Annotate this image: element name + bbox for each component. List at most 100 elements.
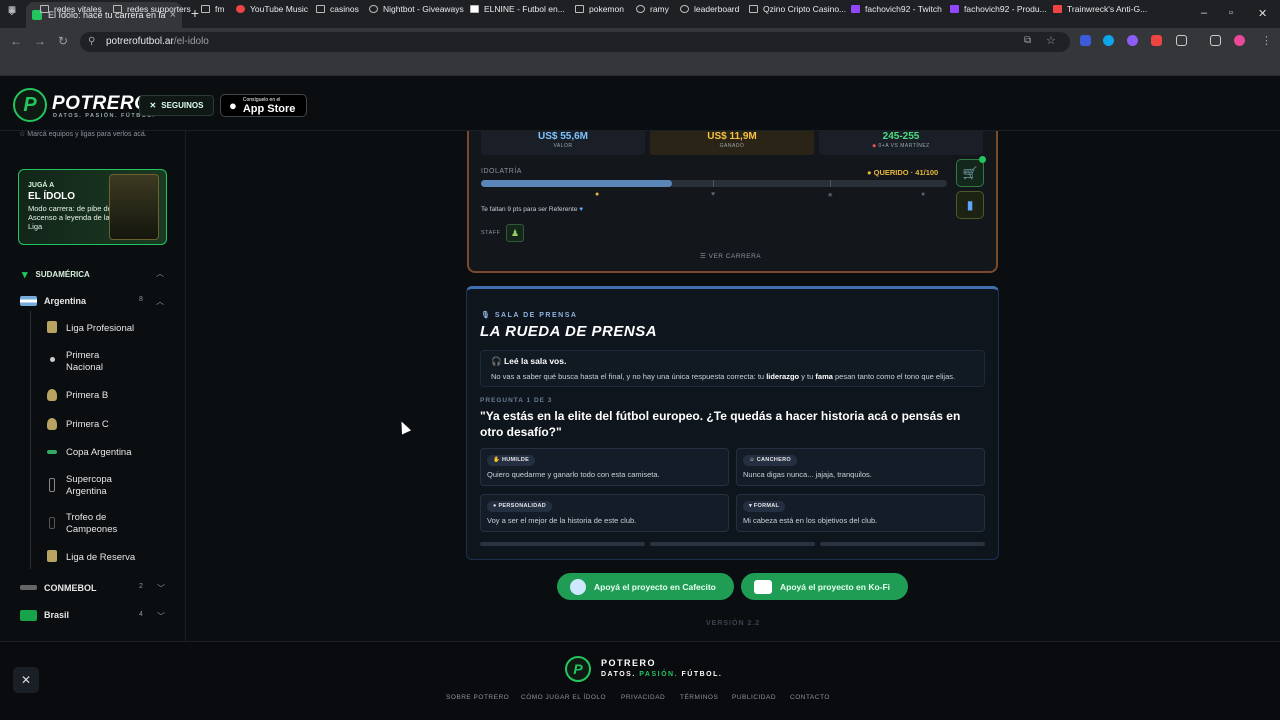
- valor-label: VALOR: [553, 143, 573, 149]
- sidebar-item-supercopa-argentina[interactable]: Supercopa Argentina: [66, 474, 136, 498]
- press-note: 🎧 Leé la sala vos. No vas a saber qué bu…: [480, 350, 985, 387]
- x-social-button[interactable]: ✕: [13, 667, 39, 693]
- bookmark-item[interactable]: Nightbot - Giveaways: [369, 4, 464, 14]
- potrero-logo-icon[interactable]: P: [13, 88, 47, 122]
- shop-cart-button[interactable]: 🛒: [956, 159, 984, 187]
- bookmark-item[interactable]: pokemon: [575, 4, 624, 14]
- footer-logo-icon[interactable]: P: [565, 656, 591, 682]
- sidebar-item-argentina[interactable]: Argentina: [44, 295, 86, 307]
- favorites-hint: ☆ Marcá equipos y ligas para verlos acá.: [19, 130, 169, 140]
- stat-record: 245-255 ◆ 0+A VS MARTÍNEZ: [819, 131, 983, 155]
- chevron-up-icon[interactable]: ︿: [156, 296, 164, 307]
- bookmark-label: Qzino Cripto Casino...: [763, 4, 847, 14]
- answer-option-humilde[interactable]: ✋ HUMILDE Quiero quedarme y ganarlo todo …: [480, 448, 729, 486]
- profile-avatar-icon[interactable]: [1234, 35, 1245, 46]
- url-input[interactable]: ⚲ potrerofutbol.ar/el-idolo: [80, 32, 1070, 52]
- region-sudamerica[interactable]: ▾ SUDAMÉRICA: [22, 268, 90, 281]
- answer-option-formal[interactable]: ▾ FORMAL Mi cabeza está en los objetivos …: [736, 494, 985, 532]
- menu-dots-icon[interactable]: ⋮: [1261, 34, 1272, 47]
- staff-member-icon[interactable]: ♟: [506, 224, 524, 242]
- footer-link-sobre[interactable]: SOBRE POTRERO: [446, 694, 509, 701]
- bookmark-item[interactable]: redes supporters: [113, 4, 191, 14]
- stat-valor: US$ 55,6M VALOR: [481, 131, 645, 155]
- bookmark-label: pokemon: [589, 4, 624, 14]
- bookmark-label: leaderboard: [694, 4, 740, 14]
- bookmark-item[interactable]: redes vitales: [40, 4, 102, 14]
- extension-shield-icon[interactable]: [1080, 35, 1091, 46]
- apps-grid-icon[interactable]: ▦: [8, 4, 16, 15]
- el-idolo-promo[interactable]: JUGÁ A EL ÍDOLO Modo carrera: de pibe de…: [18, 169, 167, 245]
- answer-tag-text: CANCHERO: [756, 457, 791, 463]
- bookmark-item[interactable]: YouTube Music: [236, 4, 308, 14]
- extension-cloud-icon[interactable]: [1127, 35, 1138, 46]
- question-text: "Ya estás en la elite del fútbol europeo…: [480, 409, 961, 439]
- brand-name[interactable]: POTRERO: [52, 93, 149, 115]
- follow-x-button[interactable]: ✕ SEGUINOS: [139, 95, 214, 116]
- player-card-image: [109, 174, 159, 240]
- folder-icon: [575, 5, 584, 13]
- bookmark-item[interactable]: fachovich92 - Produ...: [950, 4, 1047, 14]
- question-step-bar: [650, 542, 815, 546]
- footer-link-contacto[interactable]: CONTACTO: [790, 694, 830, 701]
- sidebar-item-conmebol[interactable]: CONMEBOL: [44, 582, 97, 594]
- sidebar-item-liga-profesional[interactable]: Liga Profesional: [66, 323, 134, 335]
- bookmark-item[interactable]: casinos: [316, 4, 359, 14]
- footer-link-como-jugar[interactable]: CÓMO JUGAR EL ÍDOLO: [521, 694, 606, 701]
- bookmark-item[interactable]: fm: [201, 4, 224, 14]
- maximize-icon[interactable]: ▫: [1229, 7, 1233, 19]
- answer-option-canchero[interactable]: ☺ CANCHERO Nunca digas nunca... jajaja, t…: [736, 448, 985, 486]
- install-icon[interactable]: ⧉: [1024, 35, 1031, 46]
- stat-ganado: US$ 11,9M GANADO: [650, 131, 814, 155]
- bookmark-item[interactable]: Qzino Cripto Casino...: [749, 4, 846, 14]
- extension-fox-icon[interactable]: [1151, 35, 1162, 46]
- answer-text: Mi cabeza está en los objetivos del club…: [743, 516, 878, 525]
- site-info-icon[interactable]: ⚲: [88, 32, 95, 52]
- sidebar-item-primera-nacional[interactable]: Primera Nacional: [66, 350, 136, 374]
- answer-option-personalidad[interactable]: ● PERSONALIDAD Voy a ser el mejor de la h…: [480, 494, 729, 532]
- bookmark-item[interactable]: leaderboard: [680, 4, 739, 14]
- footer-link-privacidad[interactable]: PRIVACIDAD: [621, 694, 665, 701]
- footer-link-terminos[interactable]: TÉRMINOS: [680, 694, 718, 701]
- app-store-large: App Store: [242, 102, 296, 115]
- primera-c-icon: [47, 418, 57, 430]
- footer-tag-b: PASIÓN.: [639, 671, 679, 678]
- kofi-button[interactable]: Apoyá el proyecto en Ko-Fi: [741, 573, 908, 600]
- app-store-button[interactable]: ● Consíguelo en el App Store: [220, 94, 307, 117]
- note-bold-liderazgo: liderazgo: [766, 372, 800, 381]
- answer-tag: ● PERSONALIDAD: [487, 501, 553, 512]
- sidebar-item-primera-c[interactable]: Primera C: [66, 419, 109, 431]
- sidebar-item-liga-de-reserva[interactable]: Liga de Reserva: [66, 552, 135, 564]
- forward-icon[interactable]: →: [34, 34, 46, 48]
- extension-wave-icon[interactable]: [1103, 35, 1114, 46]
- ver-carrera-link[interactable]: ☰ VER CARRERA: [700, 252, 761, 260]
- staff-label: STAFF: [481, 230, 501, 236]
- promo-text: Modo carrera: de pibe del Ascenso a leye…: [28, 204, 114, 231]
- bookmark-item[interactable]: ELNINE - Futbol en...: [470, 4, 565, 14]
- sidebar-item-copa-argentina[interactable]: Copa Argentina: [66, 447, 132, 459]
- folder-icon: [316, 5, 325, 13]
- sidebar-item-brasil[interactable]: Brasil: [44, 609, 69, 621]
- star-icon[interactable]: ☆: [1046, 34, 1056, 47]
- reload-icon[interactable]: ↻: [58, 34, 68, 48]
- nightbot-icon: [369, 5, 378, 13]
- bookmark-label: Trainwreck's Anti-G...: [1067, 4, 1148, 14]
- cafecito-button[interactable]: Apoyá el proyecto en Cafecito: [557, 573, 734, 600]
- note-text-pre: No vas a saber qué busca hasta el final,…: [491, 372, 765, 381]
- back-icon[interactable]: ←: [10, 34, 22, 48]
- chevron-up-icon[interactable]: ︿: [156, 268, 164, 279]
- chevron-down-icon[interactable]: ﹀: [157, 611, 165, 622]
- sidebar-item-trofeo-de-campeones[interactable]: Trofeo de Campeones: [66, 512, 136, 536]
- extensions-puzzle-icon[interactable]: [1176, 35, 1187, 46]
- minimize-icon[interactable]: –: [1201, 7, 1207, 19]
- bookmark-item[interactable]: ramy: [636, 4, 669, 14]
- answer-text: Quiero quedarme y ganarlo todo con esta …: [487, 470, 660, 479]
- bookmark-item[interactable]: Trainwreck's Anti-G...: [1053, 4, 1147, 14]
- close-window-icon[interactable]: ✕: [1258, 7, 1267, 20]
- answer-tag: ☺ CANCHERO: [743, 455, 797, 466]
- sidebar-item-primera-b[interactable]: Primera B: [66, 390, 108, 402]
- chevron-down-icon[interactable]: ﹀: [157, 583, 165, 594]
- reading-list-icon[interactable]: [1210, 35, 1221, 46]
- trash-button[interactable]: ▮: [956, 191, 984, 219]
- footer-link-publicidad[interactable]: PUBLICIDAD: [732, 694, 776, 701]
- bookmark-item[interactable]: fachovich92 - Twitch: [851, 4, 942, 14]
